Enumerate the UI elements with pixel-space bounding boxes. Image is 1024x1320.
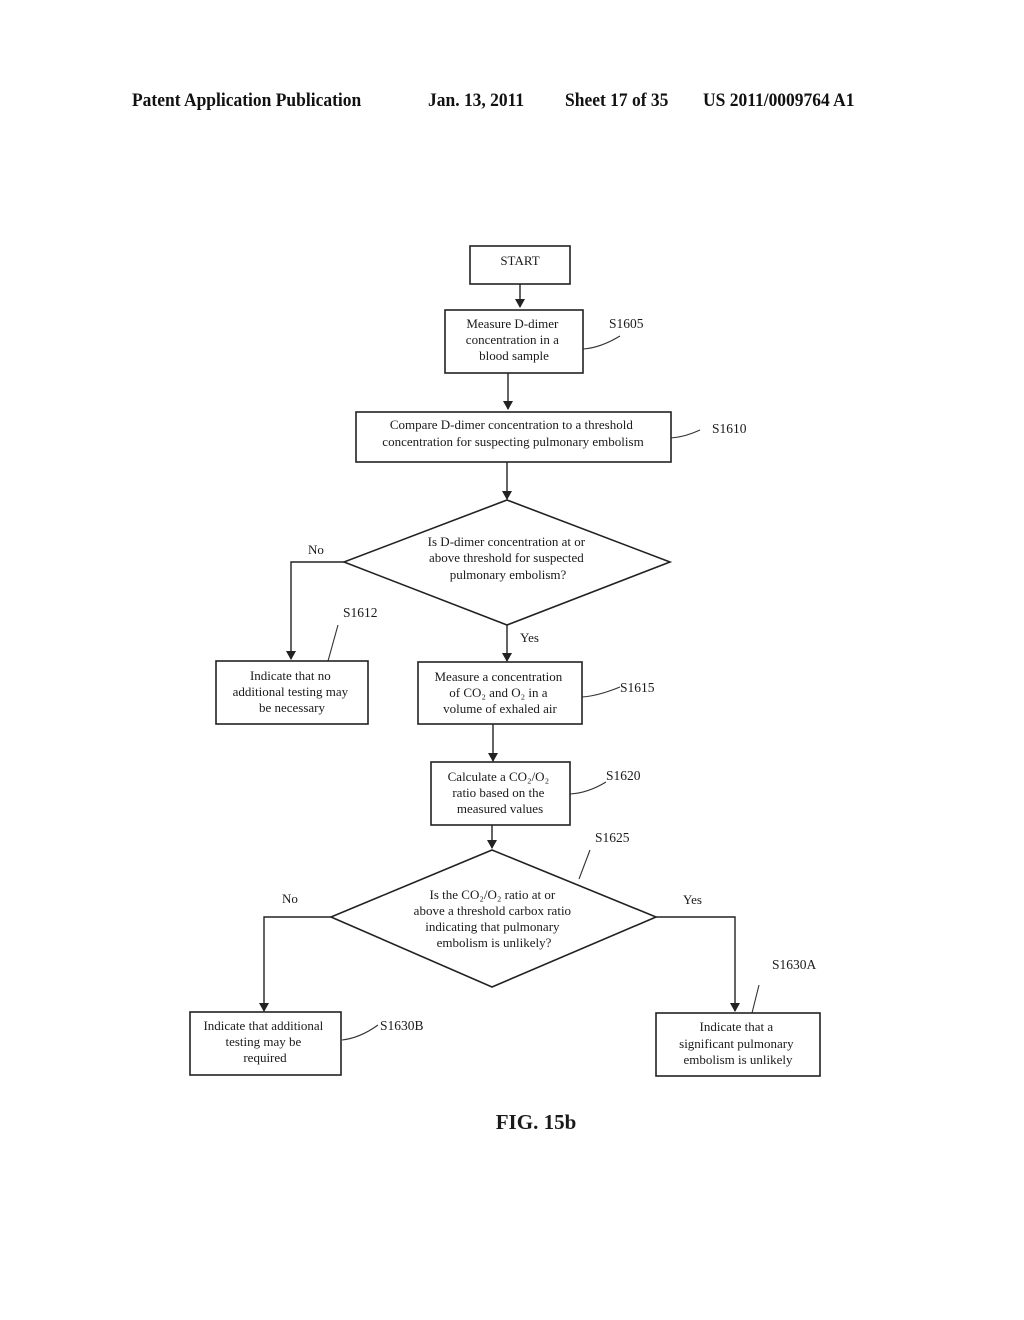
node-text-line: START: [500, 253, 539, 268]
node-text: Is the CO₂/O₂ ratio at or above a thresh…: [414, 887, 575, 950]
node-text-line: required: [243, 1050, 287, 1065]
node-text-line: blood sample: [479, 348, 549, 363]
node-text-line: Measure a concentration: [434, 669, 562, 684]
node-text-line: ratio based on the: [452, 785, 544, 800]
branch-label-no: No: [282, 891, 298, 906]
step-s1615: Measure a concentration of CO₂ and O₂ in…: [417, 661, 655, 725]
node-text-line: concentration for suspecting pulmonary e…: [382, 434, 643, 449]
leader-s1605: [582, 335, 621, 350]
step-reference: S1615: [620, 680, 655, 695]
node-text-line: of CO₂ and O₂ in a: [449, 685, 547, 700]
node-text-line: significant pulmonary: [679, 1036, 794, 1051]
node-text-line: Calculate a CO₂/O₂: [448, 769, 549, 784]
branch-label-yes: Yes: [683, 892, 702, 907]
node-text: Measure a concentration of CO₂ and O₂ in…: [434, 669, 565, 716]
node-text-line: Indicate that additional: [203, 1018, 323, 1033]
arrow-decision1-no: [286, 561, 344, 660]
node-text-line: Indicate that no: [250, 668, 331, 683]
node-text-line: testing may be: [225, 1034, 301, 1049]
step-reference: S1625: [595, 830, 630, 845]
arrow-s1625-yes: [656, 916, 740, 1012]
step-s1612: Indicate that no additional testing may …: [215, 605, 378, 725]
node-text: Is D-dimer concentration at or above thr…: [428, 534, 589, 582]
leader-s1625: [578, 849, 591, 880]
step-s1610: Compare D-dimer concentration to a thres…: [355, 411, 747, 463]
node-text-line: embolism is unlikely: [683, 1052, 793, 1067]
node-text-line: indicating that pulmonary: [425, 919, 560, 934]
node-text-line: above a threshold carbox ratio: [414, 903, 571, 918]
node-text-line: concentration in a: [466, 332, 559, 347]
node-text-line: Indicate that a: [700, 1019, 774, 1034]
node-text-line: be necessary: [259, 700, 326, 715]
step-reference: S1630A: [772, 957, 817, 972]
node-text-line: embolism is unlikely?: [437, 935, 552, 950]
node-text-line: Measure D-dimer: [466, 316, 559, 331]
node-text-line: additional testing may: [233, 684, 349, 699]
leader-s1630b: [341, 1024, 379, 1041]
decision-s1625: Is the CO₂/O₂ ratio at or above a thresh…: [282, 830, 702, 988]
leader-s1620: [569, 781, 607, 795]
leader-s1630a: [751, 984, 760, 1014]
node-text-line: Compare D-dimer concentration to a thres…: [390, 417, 633, 432]
leader-s1612: [327, 624, 339, 662]
step-reference: S1612: [343, 605, 378, 620]
node-text: START: [500, 253, 539, 268]
step-reference: S1630B: [380, 1018, 424, 1033]
arrow-s1625-no: [259, 916, 331, 1012]
step-s1605: Measure D-dimer concentration in a blood…: [444, 309, 644, 374]
step-s1630a: Indicate that a significant pulmonary em…: [655, 957, 821, 1077]
branch-label-yes: Yes: [520, 630, 539, 645]
step-s1620: Calculate a CO₂/O₂ ratio based on the me…: [430, 761, 641, 826]
node-text-line: Is D-dimer concentration at or: [428, 534, 586, 549]
node-text-line: measured values: [457, 801, 543, 816]
node-text-line: above threshold for suspected: [429, 550, 584, 565]
decision-d-dimer-threshold: Is D-dimer concentration at or above thr…: [308, 499, 673, 645]
step-reference: S1605: [609, 316, 644, 331]
node-text-line: Is the CO₂/O₂ ratio at or: [430, 887, 556, 902]
step-s1630b: Indicate that additional testing may be …: [189, 1011, 424, 1076]
node-text-line: pulmonary embolism?: [450, 567, 567, 582]
step-reference: S1610: [712, 421, 747, 436]
branch-label-no: No: [308, 542, 324, 557]
figure-label: FIG. 15b: [496, 1110, 577, 1134]
flowchart: START Measure D-dimer concentration in a…: [189, 245, 821, 1134]
node-text: Measure D-dimer concentration in a blood…: [466, 316, 562, 363]
start-node: START: [469, 245, 571, 285]
leader-s1610: [670, 429, 701, 439]
step-reference: S1620: [606, 768, 641, 783]
node-text-line: volume of exhaled air: [443, 701, 557, 716]
leader-s1615: [581, 686, 621, 698]
node-text: Calculate a CO₂/O₂ ratio based on the me…: [448, 769, 553, 816]
